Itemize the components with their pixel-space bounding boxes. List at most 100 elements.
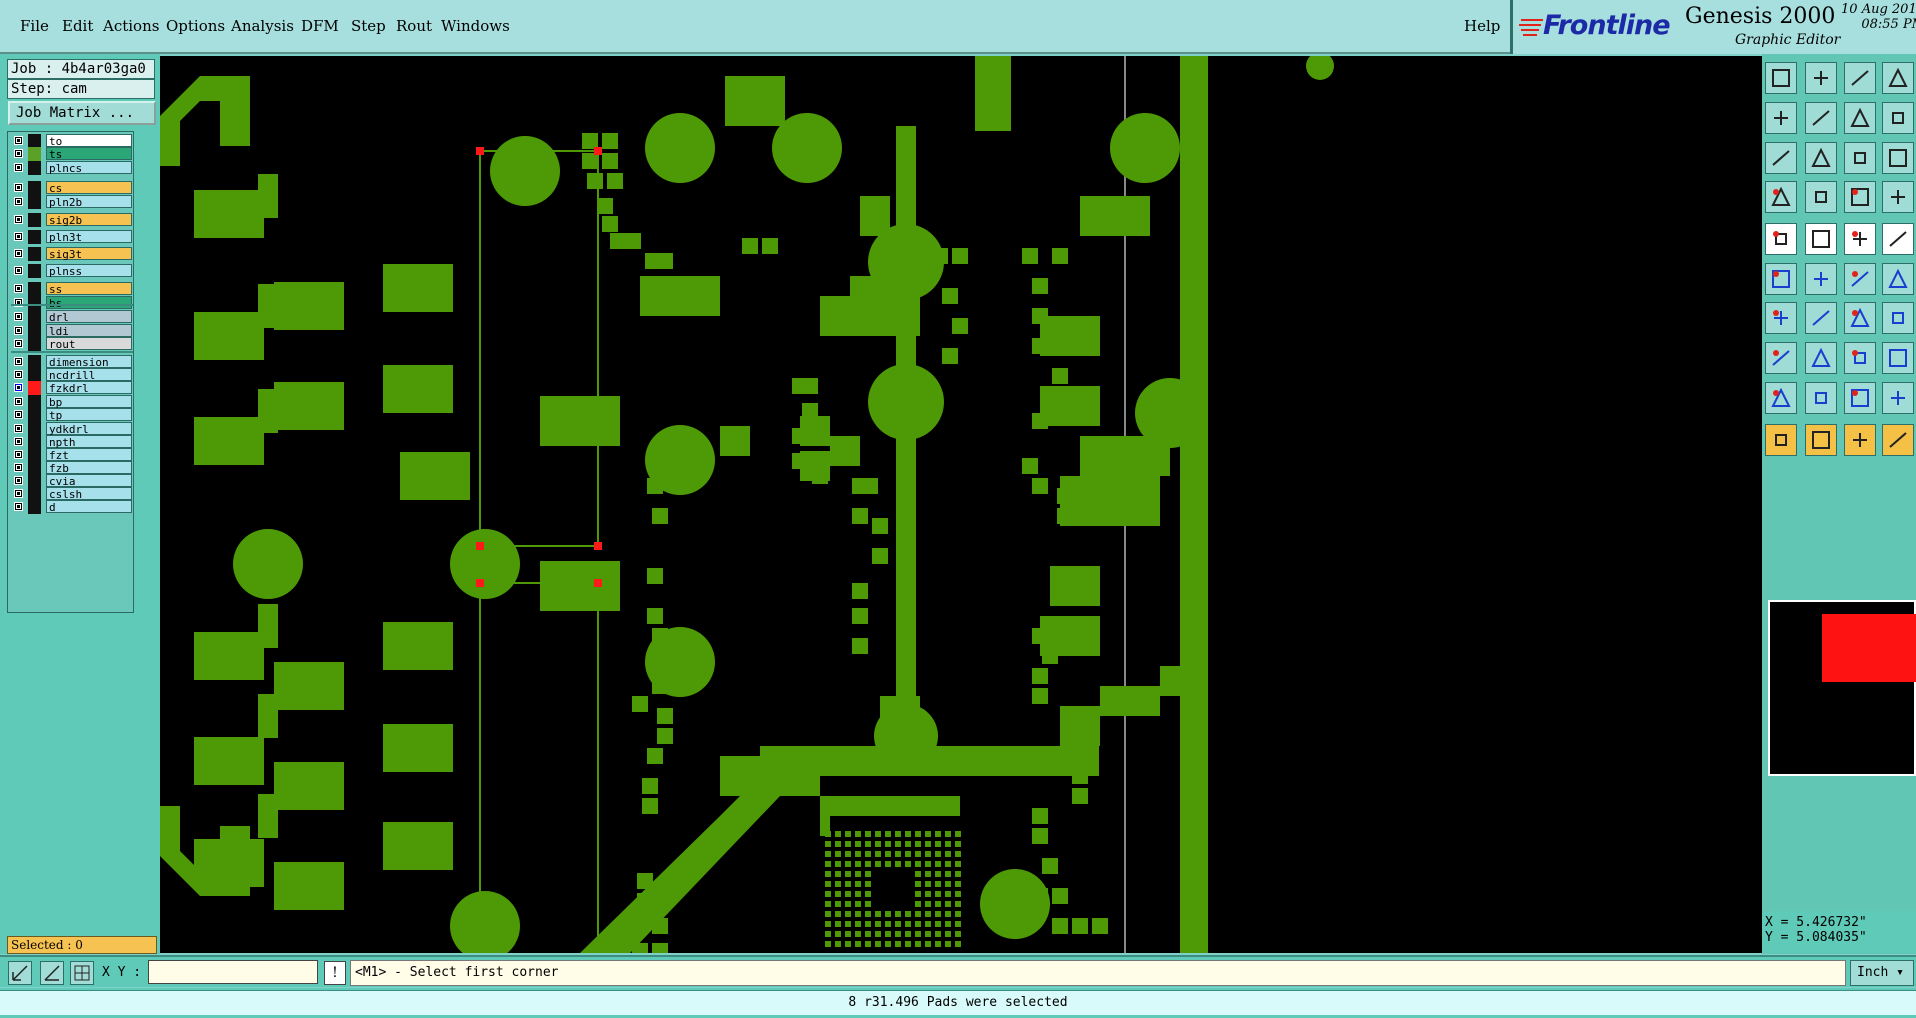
layer-checkbox[interactable] bbox=[14, 284, 23, 293]
menu-rout[interactable]: Rout bbox=[396, 17, 432, 35]
circle-icon[interactable] bbox=[1882, 223, 1914, 255]
undo-arc-icon[interactable] bbox=[1844, 302, 1876, 334]
layer-row-to[interactable]: to bbox=[11, 134, 133, 148]
layer-name[interactable]: bp bbox=[46, 395, 132, 409]
layer-name[interactable]: fzkdrl bbox=[46, 381, 132, 395]
layer-name[interactable]: ts bbox=[46, 147, 132, 161]
layer-color-swatch[interactable] bbox=[28, 381, 41, 395]
one-to-one-icon[interactable] bbox=[1844, 142, 1876, 174]
layer-checkbox[interactable] bbox=[14, 410, 23, 419]
layer-name[interactable]: drl bbox=[46, 310, 132, 324]
layer-name[interactable]: cslsh bbox=[46, 487, 132, 501]
layer-checkbox[interactable] bbox=[14, 397, 23, 406]
layer-checkbox[interactable] bbox=[14, 476, 23, 485]
cross-icon[interactable] bbox=[1805, 263, 1837, 295]
layer-row-ts[interactable]: ts bbox=[11, 147, 133, 161]
layer-name[interactable]: to bbox=[46, 134, 132, 148]
layer-checkbox[interactable] bbox=[14, 489, 23, 498]
layer-color-swatch[interactable] bbox=[28, 195, 41, 209]
layer-name[interactable]: plnss bbox=[46, 264, 132, 278]
unit-selector[interactable]: Inch ▾ bbox=[1850, 960, 1914, 986]
ruler-icon[interactable] bbox=[1844, 223, 1876, 255]
layer-color-swatch[interactable] bbox=[28, 408, 41, 422]
layer-name[interactable]: ncdrill bbox=[46, 368, 132, 382]
layer-name[interactable]: sig3t bbox=[46, 247, 132, 261]
menu-windows[interactable]: Windows bbox=[441, 17, 510, 35]
help-icon[interactable] bbox=[1882, 142, 1914, 174]
layer-color-swatch[interactable] bbox=[28, 296, 41, 310]
drill-icon[interactable] bbox=[1765, 342, 1797, 374]
zoom-center-icon[interactable] bbox=[1805, 142, 1837, 174]
layer-row-tp[interactable]: tp bbox=[11, 408, 133, 422]
layer-row-plncs[interactable]: plncs bbox=[11, 161, 133, 175]
xy-input[interactable] bbox=[148, 960, 318, 984]
layer-checkbox[interactable] bbox=[14, 502, 23, 511]
layer-row-drl[interactable]: drl bbox=[11, 310, 133, 324]
layer-row-fzkdrl[interactable]: fzkdrl bbox=[11, 381, 133, 395]
graphic-canvas[interactable] bbox=[160, 56, 1762, 953]
arc-add-icon[interactable] bbox=[1882, 263, 1914, 295]
overview-view-rect[interactable] bbox=[1822, 614, 1916, 682]
layer-row-ldi[interactable]: ldi bbox=[11, 324, 133, 338]
layer-name[interactable]: sig2b bbox=[46, 213, 132, 227]
window-icon[interactable] bbox=[1882, 62, 1914, 94]
layer-name[interactable]: pln2b bbox=[46, 195, 132, 209]
layer-checkbox[interactable] bbox=[14, 339, 23, 348]
layer-color-swatch[interactable] bbox=[28, 310, 41, 324]
triangle-icon[interactable] bbox=[1765, 382, 1797, 414]
dash-icon[interactable] bbox=[1805, 342, 1837, 374]
layer-row-cs[interactable]: cs bbox=[11, 181, 133, 195]
zoom-next-icon[interactable] bbox=[1805, 102, 1837, 134]
home-icon[interactable] bbox=[1844, 62, 1876, 94]
pointer-icon[interactable] bbox=[1765, 424, 1797, 456]
layer-color-swatch[interactable] bbox=[28, 448, 41, 462]
net-icon[interactable] bbox=[1844, 181, 1876, 213]
a-outline-icon[interactable] bbox=[1882, 382, 1914, 414]
layer-name[interactable]: npth bbox=[46, 435, 132, 449]
layer-row-cvia[interactable]: cvia bbox=[11, 474, 133, 488]
text-icon[interactable] bbox=[1882, 302, 1914, 334]
layer-color-swatch[interactable] bbox=[28, 474, 41, 488]
a-icon[interactable] bbox=[1805, 382, 1837, 414]
menu-options[interactable]: Options bbox=[166, 17, 225, 35]
layer-color-swatch[interactable] bbox=[28, 395, 41, 409]
layer-name[interactable]: fzb bbox=[46, 461, 132, 475]
overview-map[interactable] bbox=[1768, 600, 1916, 776]
layer-color-swatch[interactable] bbox=[28, 355, 41, 369]
layer-row-plnss[interactable]: plnss bbox=[11, 264, 133, 278]
layer-color-swatch[interactable] bbox=[28, 487, 41, 501]
snap-icon[interactable] bbox=[8, 961, 32, 985]
layer-name[interactable]: ydkdrl bbox=[46, 422, 132, 436]
zoom-prev-icon[interactable] bbox=[1765, 102, 1797, 134]
layer-checkbox[interactable] bbox=[14, 463, 23, 472]
job-matrix-button[interactable]: Job Matrix ... bbox=[8, 101, 156, 125]
net-compare-icon[interactable] bbox=[1882, 181, 1914, 213]
layer-checkbox[interactable] bbox=[14, 149, 23, 158]
layer-row-sig2b[interactable]: sig2b bbox=[11, 213, 133, 227]
layer-row-cslsh[interactable]: cslsh bbox=[11, 487, 133, 501]
a-arc-icon[interactable] bbox=[1844, 382, 1876, 414]
fit-icon[interactable] bbox=[1765, 142, 1797, 174]
layer-checkbox[interactable] bbox=[14, 232, 23, 241]
copy-icon[interactable] bbox=[1882, 342, 1914, 374]
layer-row-npth[interactable]: npth bbox=[11, 435, 133, 449]
layer-color-swatch[interactable] bbox=[28, 264, 41, 278]
layer-name[interactable]: ldi bbox=[46, 324, 132, 338]
menu-file[interactable]: File bbox=[20, 17, 49, 35]
layer-name[interactable]: rout bbox=[46, 337, 132, 351]
pan-icon[interactable] bbox=[1844, 102, 1876, 134]
layer-color-swatch[interactable] bbox=[28, 213, 41, 227]
layer-checkbox[interactable] bbox=[14, 450, 23, 459]
layer-row-dimension[interactable]: dimension bbox=[11, 355, 133, 369]
layer-row-rout[interactable]: rout bbox=[11, 337, 133, 351]
layer-checkbox[interactable] bbox=[14, 136, 23, 145]
layer-name[interactable]: fzt bbox=[46, 448, 132, 462]
layer-checkbox[interactable] bbox=[14, 197, 23, 206]
layer-color-swatch[interactable] bbox=[28, 324, 41, 338]
menu-analysis[interactable]: Analysis bbox=[231, 17, 294, 35]
layer-color-swatch[interactable] bbox=[28, 282, 41, 296]
layer-row-ss[interactable]: ss bbox=[11, 282, 133, 296]
slash-icon[interactable] bbox=[1805, 302, 1837, 334]
pcb-drawing[interactable] bbox=[160, 56, 1762, 953]
slope-icon[interactable] bbox=[1765, 302, 1797, 334]
